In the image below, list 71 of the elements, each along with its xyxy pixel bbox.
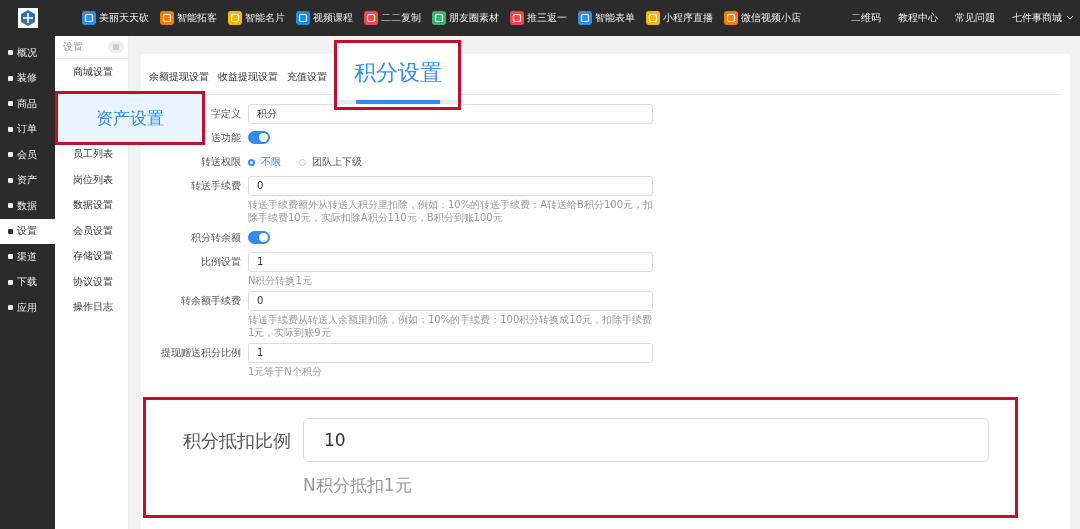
app-icon[interactable] <box>510 11 524 25</box>
input-field[interactable]: 10 <box>303 418 989 462</box>
tab[interactable]: 充值设置 <box>287 70 327 86</box>
app-link[interactable]: 微信视频小店 <box>741 11 801 25</box>
field-label: 提现赠送积分比例 <box>161 347 241 358</box>
sidebar-item[interactable]: 订单 <box>0 116 55 142</box>
app-icon[interactable] <box>296 11 310 25</box>
app-icon[interactable] <box>82 11 96 25</box>
subnav-item[interactable]: 存储设置 <box>55 243 128 269</box>
hint-text: 转送手续费额外从转送人积分里扣除，例如：10%的转送手续费：A转送给B积分100元，扣除手续费10元，实际扣除A积分110元，B积分到账100元 <box>248 198 653 224</box>
top-link[interactable]: 常见问题 <box>955 11 995 25</box>
field-label: 积分转余额 <box>191 232 241 243</box>
app-link[interactable]: 美丽天天砍 <box>99 11 149 25</box>
hint-text: 1元等于N个积分 <box>248 365 323 378</box>
field-label: 转送手续费 <box>191 180 241 191</box>
subnav-item[interactable]: 数据设置 <box>55 192 128 218</box>
input-field[interactable]: 0 <box>248 291 653 311</box>
app-link[interactable]: 二二复制 <box>381 11 421 25</box>
hint-text: N积分抵扣1元 <box>303 474 413 497</box>
app-icon[interactable] <box>724 11 738 25</box>
app-link[interactable]: 智能表单 <box>595 11 635 25</box>
app-icon[interactable] <box>228 11 242 25</box>
caret-icon[interactable] <box>1066 15 1074 21</box>
sidebar-item[interactable]: 应用 <box>0 295 55 321</box>
field-label: 字定义 <box>211 108 241 119</box>
subnav-item[interactable]: 协议设置 <box>55 269 128 295</box>
app-icon[interactable] <box>578 11 592 25</box>
tab[interactable]: 收益提现设置 <box>218 70 278 86</box>
toggle-switch[interactable] <box>248 131 270 144</box>
app-link[interactable]: 智能拓客 <box>177 11 217 25</box>
sidebar-item[interactable]: 数据 <box>0 193 55 219</box>
sidebar-item[interactable]: 设置 <box>0 218 55 244</box>
sidebar-item[interactable]: 资产 <box>0 167 55 193</box>
hint-text: 转送手续费从转送人余额里扣除，例如：10%的手续费：100积分转换成10元，扣除手续费1元，实际到账9元 <box>248 313 653 339</box>
field-label: 积分抵扣比例 <box>182 429 292 453</box>
app-link[interactable]: 推三返一 <box>527 11 567 25</box>
hint-text: N积分转换1元 <box>248 274 313 287</box>
app-link[interactable]: 智能名片 <box>245 11 285 25</box>
subnav-item[interactable]: 商城设置 <box>55 59 128 85</box>
toggle-switch[interactable] <box>248 231 270 244</box>
app-icon[interactable] <box>160 11 174 25</box>
field-label: 转余额手续费 <box>181 295 241 306</box>
sidebar-item[interactable]: 会员 <box>0 142 55 168</box>
app-icon[interactable] <box>646 11 660 25</box>
app-icon[interactable] <box>364 11 378 25</box>
sidebar-item[interactable]: 概况 <box>0 40 55 66</box>
app-link[interactable]: 小程序直播 <box>663 11 713 25</box>
radio-option[interactable]: 不限 <box>248 152 281 172</box>
tab[interactable]: 余额提现设置 <box>149 70 209 86</box>
field-label: 比例设置 <box>201 256 241 267</box>
account-menu[interactable]: 七件事商城 <box>1012 11 1062 25</box>
subnav-item[interactable]: 岗位列表 <box>55 167 128 193</box>
top-link[interactable]: 二维码 <box>851 11 881 25</box>
logo-icon[interactable] <box>18 8 38 28</box>
subnav-title: 设置 <box>63 40 83 54</box>
sidebar-item[interactable]: 商品 <box>0 91 55 117</box>
input-field[interactable]: 1 <box>248 343 653 363</box>
field-label: 转送权限 <box>201 156 241 167</box>
app-link[interactable]: 视频课程 <box>313 11 353 25</box>
app-link[interactable]: 朋友圈素材 <box>449 11 499 25</box>
field-label: 送功能 <box>211 132 241 143</box>
app-icon[interactable] <box>432 11 446 25</box>
sidebar-item[interactable]: 装修 <box>0 65 55 91</box>
radio-option[interactable]: 团队上下级 <box>299 152 362 172</box>
sidebar-item[interactable]: 渠道 <box>0 244 55 270</box>
input-field[interactable]: 1 <box>248 252 653 272</box>
input-field[interactable]: 0 <box>248 176 653 196</box>
subnav-item[interactable]: 操作日志 <box>55 294 128 320</box>
top-link[interactable]: 教程中心 <box>898 11 938 25</box>
sidebar-item[interactable]: 下载 <box>0 269 55 295</box>
subnav-item[interactable]: 会员设置 <box>55 218 128 244</box>
